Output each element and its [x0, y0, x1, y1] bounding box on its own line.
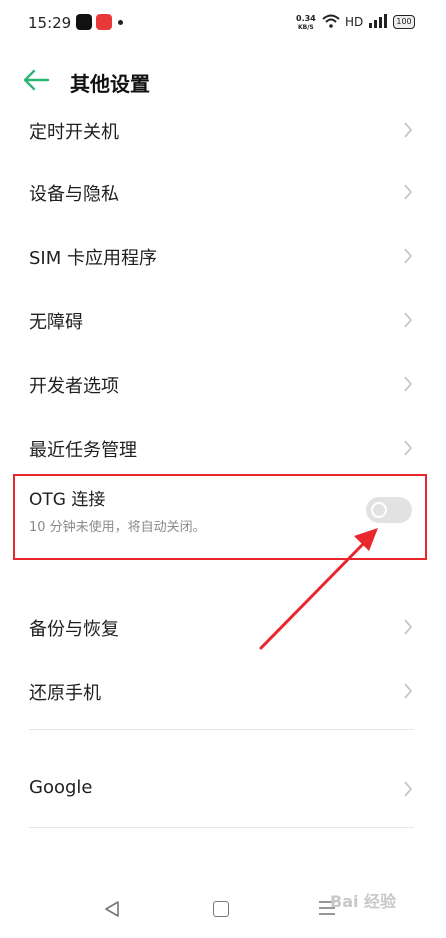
list-item-label: 设备与隐私	[29, 184, 119, 205]
list-item-label: 无障碍	[29, 312, 83, 333]
list-item-label: 还原手机	[29, 683, 101, 704]
chevron-right-icon	[404, 122, 413, 138]
chevron-right-icon	[404, 683, 413, 699]
list-item-label: Google	[29, 777, 93, 798]
list-item-device-privacy[interactable]: 设备与隐私	[0, 160, 446, 224]
list-item-label: 定时开关机	[29, 122, 119, 143]
settings-list: 定时开关机 设备与隐私 SIM 卡应用程序 无障碍 开发者选项 最近任务管理 O…	[0, 0, 446, 860]
divider	[29, 729, 414, 730]
list-item-developer-options[interactable]: 开发者选项	[0, 352, 446, 416]
nav-home-icon[interactable]	[213, 901, 229, 917]
list-item-label: 最近任务管理	[29, 440, 137, 461]
chevron-right-icon	[404, 440, 413, 456]
list-item-recent-tasks[interactable]: 最近任务管理	[0, 416, 446, 480]
chevron-right-icon	[404, 184, 413, 200]
list-item-google[interactable]: Google	[0, 757, 446, 821]
annotation-highlight-box	[13, 474, 427, 560]
list-item-label: 备份与恢复	[29, 619, 119, 640]
page-title: 其他设置	[70, 72, 150, 96]
chevron-right-icon	[404, 376, 413, 392]
app-header: 其他设置	[0, 48, 446, 108]
list-item-backup-restore[interactable]: 备份与恢复	[0, 595, 446, 659]
list-item-reset-phone[interactable]: 还原手机	[0, 659, 446, 723]
list-item-label: SIM 卡应用程序	[29, 248, 157, 269]
list-item-accessibility[interactable]: 无障碍	[0, 288, 446, 352]
chevron-right-icon	[404, 248, 413, 264]
watermark: Bai 经验	[330, 892, 397, 911]
nav-back-icon[interactable]	[103, 900, 121, 918]
list-item-sim-apps[interactable]: SIM 卡应用程序	[0, 224, 446, 288]
chevron-right-icon	[404, 619, 413, 635]
chevron-right-icon	[404, 312, 413, 328]
back-arrow-icon[interactable]	[22, 68, 50, 92]
divider	[29, 827, 414, 828]
chevron-right-icon	[404, 781, 413, 797]
list-item-label: 开发者选项	[29, 376, 119, 397]
